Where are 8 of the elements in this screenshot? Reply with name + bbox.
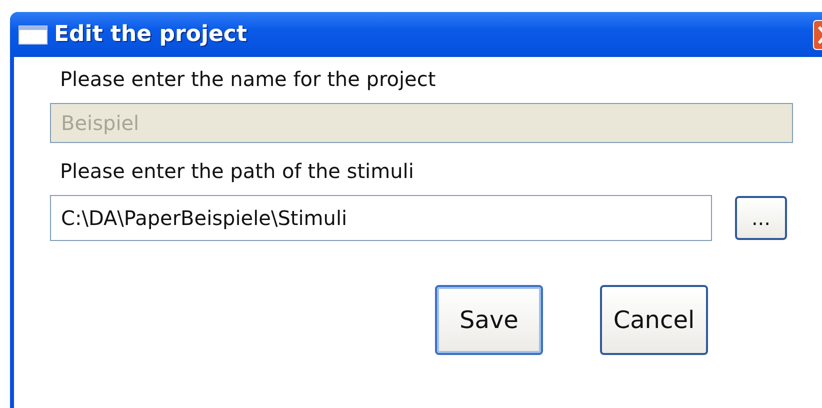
field-label: Please enter the path of the stimuli: [60, 159, 415, 185]
save-button[interactable]: Save: [435, 285, 543, 355]
field-label: Please enter the name for the project: [60, 67, 437, 93]
window-icon: [18, 24, 48, 44]
window-title: Edit the project: [54, 22, 248, 47]
browse-button[interactable]: ...: [735, 196, 787, 240]
cancel-button[interactable]: Cancel: [600, 285, 708, 355]
path-input-field[interactable]: C:\DA\PaperBeispiele\Stimuli: [50, 195, 712, 241]
